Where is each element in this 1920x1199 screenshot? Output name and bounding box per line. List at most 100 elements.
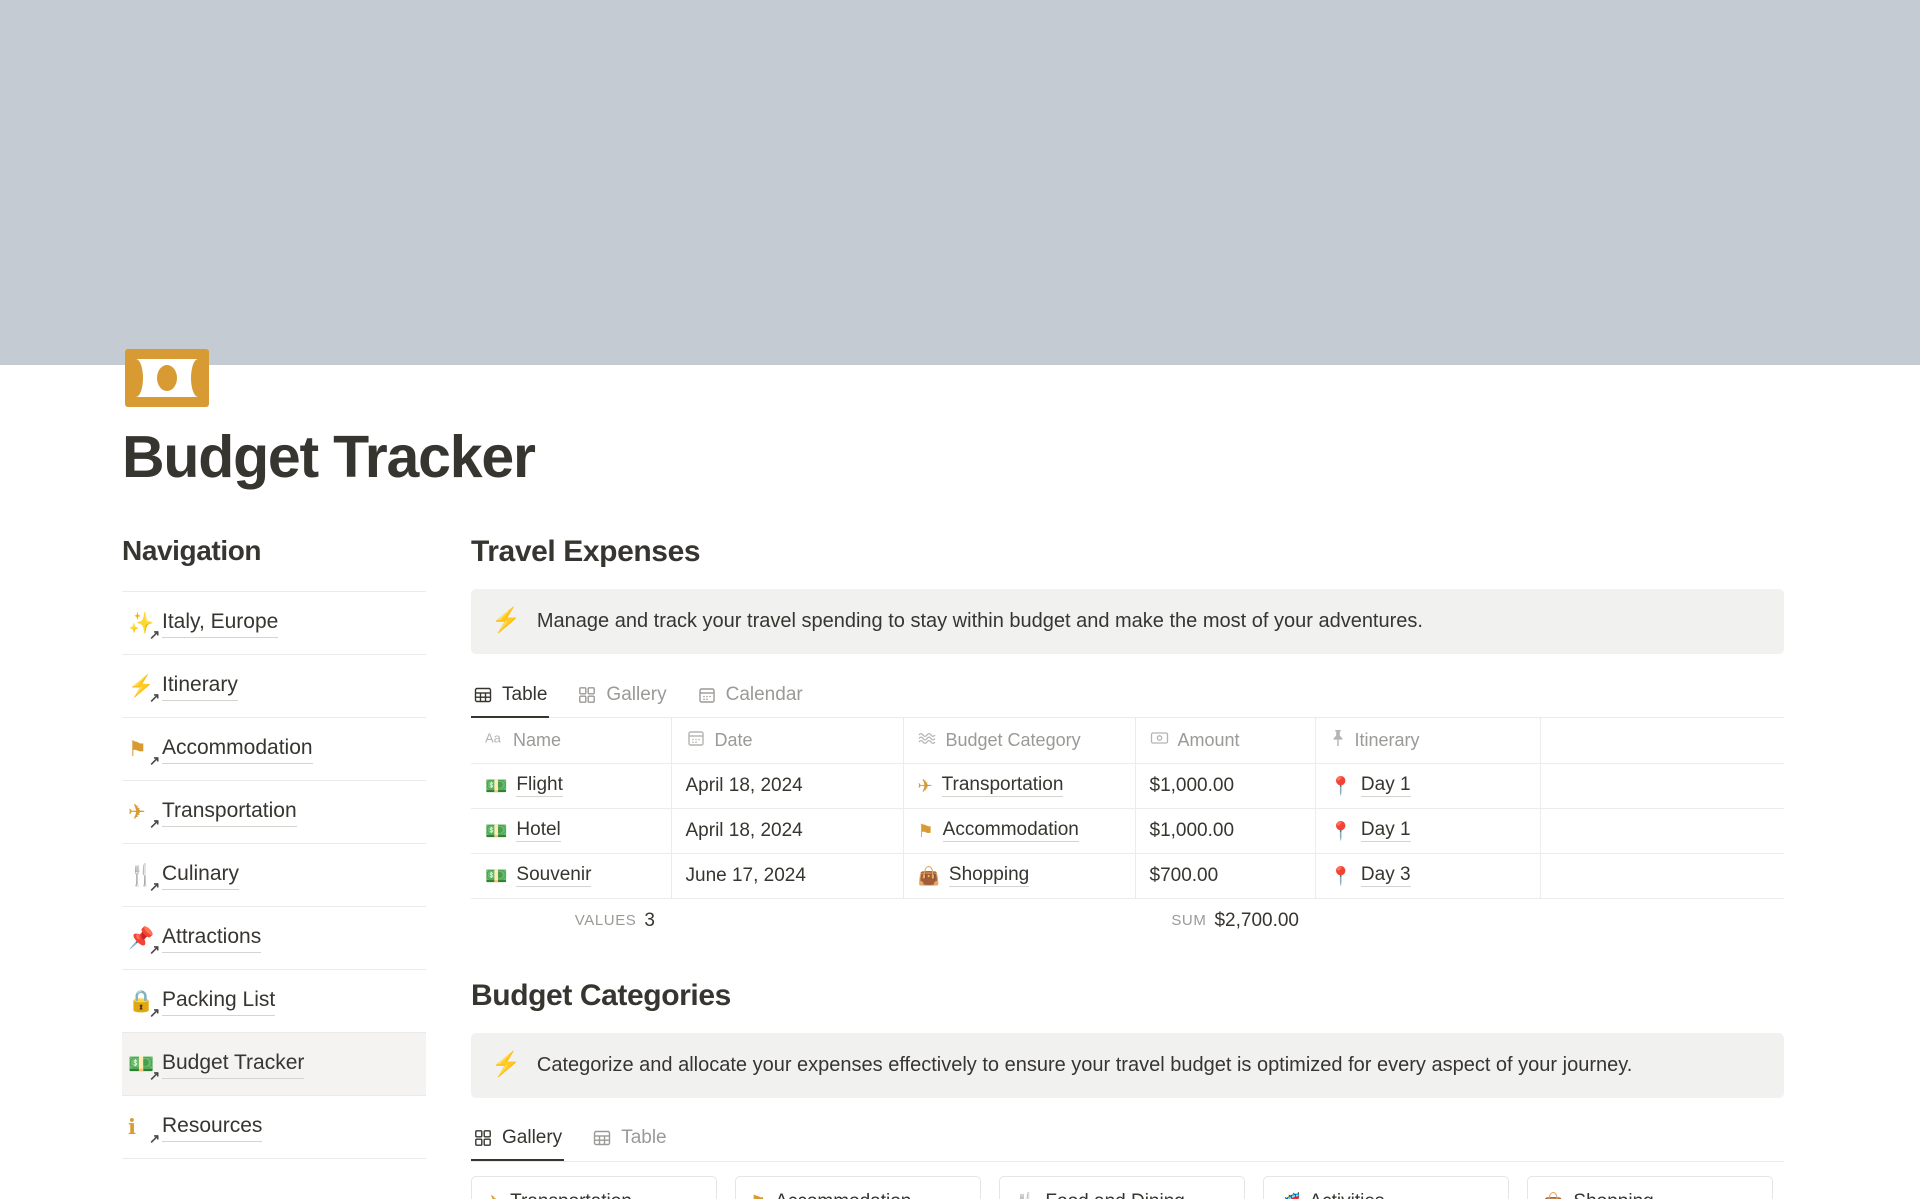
tab-label: Gallery bbox=[606, 683, 667, 705]
summary-sum-label: SUM bbox=[1171, 912, 1207, 929]
sidebar-item-label: Attractions bbox=[162, 923, 262, 953]
summary-sum-value: $2,700.00 bbox=[1214, 909, 1299, 931]
sidebar-item-itinerary[interactable]: ⚡ ↗ Itinerary bbox=[122, 655, 426, 718]
travel-expenses-callout: ⚡ Manage and track your travel spending … bbox=[471, 589, 1784, 654]
cell-amount[interactable]: $1,000.00 bbox=[1135, 763, 1316, 809]
money-icon: 💵 bbox=[485, 820, 508, 841]
gallery-icon bbox=[577, 685, 597, 705]
budget-categories-tab-gallery[interactable]: Gallery bbox=[471, 1115, 564, 1161]
page-title: Budget Tracker bbox=[122, 424, 536, 490]
cell-itinerary[interactable]: 📍 Day 1 bbox=[1315, 808, 1541, 854]
sidebar-item-label: Itinerary bbox=[162, 671, 238, 701]
gallery-card-title: Accommodation bbox=[775, 1191, 911, 1199]
link-arrow-icon: ↗ bbox=[149, 753, 160, 768]
expense-amount: $700.00 bbox=[1149, 864, 1219, 886]
travel-expenses-tab-gallery[interactable]: Gallery bbox=[575, 672, 668, 718]
gallery-card-title: Transportation bbox=[510, 1191, 632, 1199]
cell-empty bbox=[1540, 763, 1784, 809]
main-column: Travel Expenses ⚡ Manage and track your … bbox=[471, 535, 1791, 1199]
sidebar-item-label: Resources bbox=[162, 1112, 263, 1142]
calendar-icon bbox=[686, 728, 706, 753]
cell-name[interactable]: 💵 Flight bbox=[471, 763, 672, 809]
sidebar-item-accommodation[interactable]: ⚑ ↗ Accommodation bbox=[122, 718, 426, 781]
travel-expenses-view-tabs: Table Gallery Calendar bbox=[471, 672, 1784, 718]
navigation-sidebar: Navigation ✨ ↗ Italy, Europe ⚡ ↗ Itinerary ⚑ ↗ A… bbox=[122, 535, 427, 1199]
sidebar-item-culinary[interactable]: 🍴 ↗ Culinary bbox=[122, 844, 426, 907]
cell-name[interactable]: 💵 Souvenir bbox=[471, 853, 672, 899]
cell-date[interactable]: April 18, 2024 bbox=[671, 808, 904, 854]
tab-label: Calendar bbox=[725, 683, 803, 705]
table-row[interactable]: 💵 Hotel April 18, 2024 ⚑ Accommodation $1,000… bbox=[471, 808, 1784, 854]
budget-categories-view-tabs: Gallery Table bbox=[471, 1116, 1784, 1162]
travel-expenses-tab-calendar[interactable]: Calendar bbox=[695, 672, 805, 718]
category-name: Shopping bbox=[948, 864, 1030, 887]
navigation-list: ✨ ↗ Italy, Europe ⚡ ↗ Itinerary ⚑ ↗ Accommodatio… bbox=[122, 591, 426, 1159]
column-header-date[interactable]: Date bbox=[671, 718, 904, 764]
cell-date[interactable]: April 18, 2024 bbox=[671, 763, 904, 809]
gallery-card[interactable]: 🎢 Activities bbox=[1263, 1175, 1509, 1199]
sidebar-item-label: Budget Tracker bbox=[162, 1049, 305, 1079]
page-icon[interactable] bbox=[124, 335, 210, 421]
lightning-bolt-icon: ⚡ bbox=[491, 1050, 521, 1078]
gallery-card[interactable]: 🍴 Food and Dining bbox=[999, 1175, 1245, 1199]
cell-date[interactable]: June 17, 2024 bbox=[671, 853, 904, 899]
table-row[interactable]: 💵 Flight April 18, 2024 ✈ Transportation $1,0… bbox=[471, 763, 1784, 809]
column-header-budget-category[interactable]: Budget Category bbox=[903, 718, 1136, 764]
sidebar-item-resources[interactable]: ℹ ↗ Resources bbox=[122, 1096, 426, 1159]
expense-name: Flight bbox=[516, 774, 563, 797]
cell-itinerary[interactable]: 📍 Day 3 bbox=[1315, 853, 1541, 899]
column-header-itinerary[interactable]: Itinerary bbox=[1315, 718, 1541, 764]
category-icon: ⚑ bbox=[750, 1193, 766, 1199]
svg-text:Aa: Aa bbox=[485, 730, 502, 745]
sidebar-item-label: Accommodation bbox=[162, 734, 313, 764]
page-cover-banner bbox=[0, 0, 1920, 365]
lightning-icon: ⚡ ↗ bbox=[128, 674, 160, 705]
sparkles-icon: ✨ ↗ bbox=[128, 611, 160, 642]
budget-categories-tab-table[interactable]: Table bbox=[590, 1115, 668, 1161]
summary-sum[interactable]: SUM $2,700.00 bbox=[1135, 910, 1315, 932]
cell-amount[interactable]: $1,000.00 bbox=[1135, 808, 1316, 854]
itinerary-day: Day 3 bbox=[1360, 864, 1411, 887]
cell-empty bbox=[1540, 853, 1784, 899]
number-money-icon bbox=[1150, 730, 1169, 751]
gallery-card[interactable]: 👜 Shopping bbox=[1527, 1175, 1773, 1199]
column-header-name[interactable]: Aa Name bbox=[471, 718, 672, 764]
cell-name[interactable]: 💵 Hotel bbox=[471, 808, 672, 854]
table-row[interactable]: 💵 Souvenir June 17, 2024 👜 Shopping $700.00 📍 D… bbox=[471, 853, 1784, 899]
gallery-card[interactable]: ⚑ Accommodation bbox=[735, 1175, 981, 1199]
travel-expenses-tab-table[interactable]: Table bbox=[471, 672, 549, 718]
expense-date: June 17, 2024 bbox=[685, 864, 806, 886]
category-name: Transportation bbox=[941, 774, 1064, 797]
summary-values-label: VALUES bbox=[574, 912, 637, 929]
expense-name: Souvenir bbox=[516, 864, 592, 887]
column-header-amount[interactable]: Amount bbox=[1135, 718, 1316, 764]
link-arrow-icon: ↗ bbox=[149, 942, 160, 957]
sidebar-item-transportation[interactable]: ✈ ↗ Transportation bbox=[122, 781, 426, 844]
cell-amount[interactable]: $700.00 bbox=[1135, 853, 1316, 899]
pin-icon: 📍 bbox=[1329, 865, 1352, 886]
gallery-icon bbox=[473, 1128, 493, 1148]
sidebar-item-packing-list[interactable]: 🔒 ↗ Packing List bbox=[122, 970, 426, 1033]
cell-itinerary[interactable]: 📍 Day 1 bbox=[1315, 763, 1541, 809]
flag-icon: ⚑ ↗ bbox=[128, 737, 160, 768]
cell-category[interactable]: ⚑ Accommodation bbox=[903, 808, 1136, 854]
category-icon: ✈ bbox=[486, 1193, 501, 1199]
travel-expenses-heading: Travel Expenses bbox=[471, 535, 701, 568]
budget-categories-callout-text: Categorize and allocate your expenses ef… bbox=[536, 1053, 1633, 1076]
summary-values[interactable]: VALUES 3 bbox=[471, 910, 671, 932]
title-aa-icon: Aa bbox=[485, 730, 504, 751]
cell-category[interactable]: ✈ Transportation bbox=[903, 763, 1136, 809]
category-icon: ⚑ bbox=[917, 820, 934, 841]
cell-category[interactable]: 👜 Shopping bbox=[903, 853, 1136, 899]
category-name: Accommodation bbox=[942, 819, 1079, 842]
sidebar-item-budget-tracker[interactable]: 💵 ↗ Budget Tracker bbox=[122, 1033, 426, 1096]
column-header-label: Name bbox=[513, 729, 562, 750]
column-header-add[interactable] bbox=[1540, 718, 1784, 764]
expense-date: April 18, 2024 bbox=[685, 819, 803, 841]
gallery-card[interactable]: ✈ Transportation bbox=[471, 1175, 717, 1199]
table-header-row: Aa Name Date Budget Category Amount Itinerary bbox=[471, 718, 1784, 764]
sidebar-item-label: Packing List bbox=[162, 986, 276, 1016]
sidebar-item-attractions[interactable]: 📌 ↗ Attractions bbox=[122, 907, 426, 970]
link-arrow-icon: ↗ bbox=[149, 1068, 160, 1083]
sidebar-item-italy-europe[interactable]: ✨ ↗ Italy, Europe bbox=[122, 592, 426, 655]
